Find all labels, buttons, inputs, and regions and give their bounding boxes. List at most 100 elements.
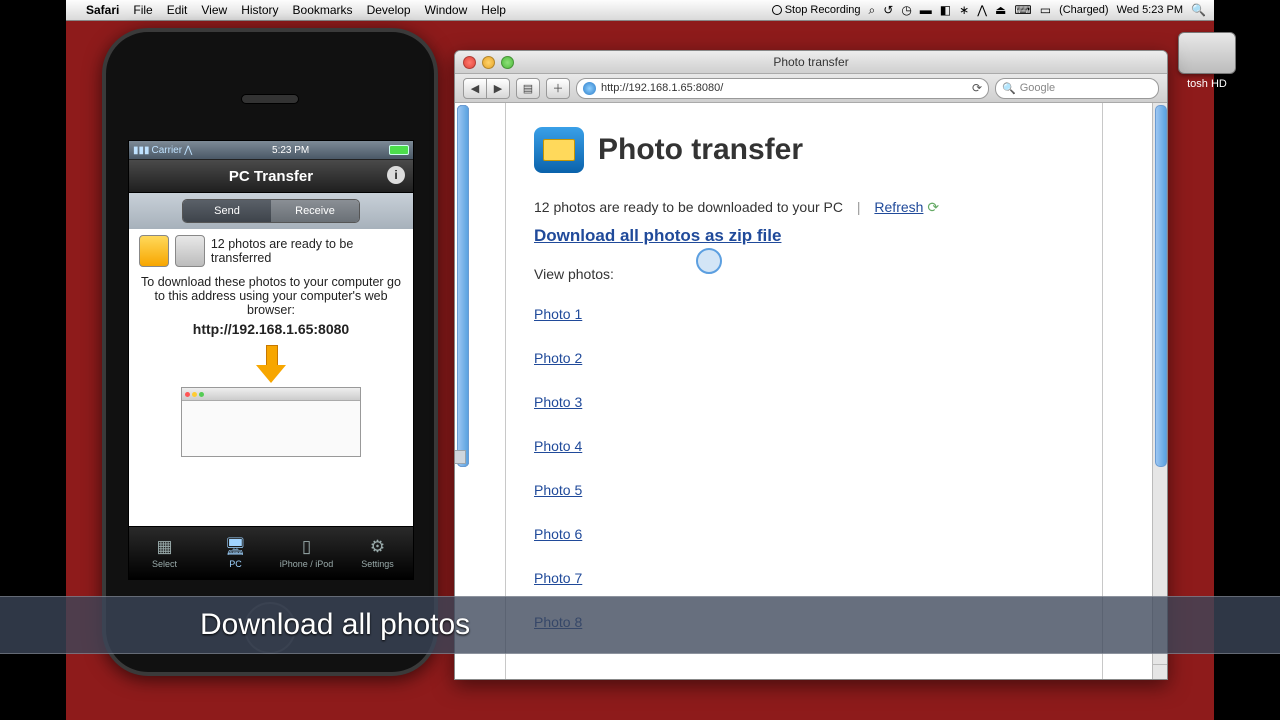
menu-develop[interactable]: Develop <box>367 3 411 17</box>
segment-send[interactable]: Send <box>183 200 271 222</box>
window-title: Photo transfer <box>773 55 848 69</box>
refresh-icon: ⟳ <box>927 199 939 215</box>
iphone-navbar: PC Transfer i <box>129 160 413 193</box>
resize-corner[interactable] <box>1152 664 1167 679</box>
photo-link[interactable]: Photo 5 <box>534 482 582 498</box>
photo-link[interactable]: Photo 1 <box>534 306 582 322</box>
address-text: http://192.168.1.65:8080/ <box>601 82 723 94</box>
scrollbar-thumb[interactable] <box>1155 105 1167 467</box>
safari-toolbar: ◀ ▶ ▤ ＋ http://192.168.1.65:8080/ ⟳ 🔍 Go… <box>455 74 1167 103</box>
input-icon[interactable]: ⌨ <box>1014 3 1031 17</box>
search-icon: 🔍 <box>1002 82 1016 95</box>
segment-receive[interactable]: Receive <box>271 200 359 222</box>
refresh-link[interactable]: Refresh <box>874 199 923 215</box>
menu-bookmarks[interactable]: Bookmarks <box>293 3 353 17</box>
photo-link[interactable]: Photo 6 <box>534 526 582 542</box>
menu-window[interactable]: Window <box>425 3 468 17</box>
video-caption: Download all photos <box>0 596 1280 654</box>
phone-photo-icon <box>139 235 169 267</box>
site-icon <box>583 82 596 95</box>
bluetooth-icon[interactable]: ∗ <box>959 3 969 17</box>
gear-icon: ⚙ <box>370 537 385 557</box>
battery-icon <box>389 145 409 155</box>
photo-list-item: Photo 2 <box>534 336 1074 380</box>
tab-iphone[interactable]: ▯iPhone / iPod <box>271 527 342 579</box>
mac-menubar: Safari File Edit View History Bookmarks … <box>66 0 1214 21</box>
tab-pc[interactable]: 🖥PC <box>200 527 271 579</box>
iphone-clock: 5:23 PM <box>272 145 309 156</box>
spotlight-search-icon[interactable]: 🔍 <box>1191 3 1206 17</box>
menu-edit[interactable]: Edit <box>167 3 188 17</box>
eject-icon[interactable]: ⏏ <box>995 3 1006 17</box>
window-titlebar[interactable]: Photo transfer <box>455 51 1167 74</box>
zoom-window-button[interactable] <box>501 56 514 69</box>
iphone-tabbar: ▦Select 🖥PC ▯iPhone / iPod ⚙Settings <box>129 526 413 579</box>
menu-view[interactable]: View <box>201 3 227 17</box>
photo-link[interactable]: Photo 3 <box>534 394 582 410</box>
photo-list-item: Photo 3 <box>534 380 1074 424</box>
stop-recording-button[interactable]: Stop Recording <box>772 4 861 16</box>
sync-icon[interactable]: ↺ <box>883 3 893 17</box>
battery-status: (Charged) <box>1059 4 1109 16</box>
transfer-ready-text: 12 photos are ready to be transferred <box>211 237 403 265</box>
photo-link[interactable]: Photo 2 <box>534 350 582 366</box>
reload-button[interactable]: ⟳ <box>972 81 982 95</box>
close-window-button[interactable] <box>463 56 476 69</box>
wifi-icon[interactable]: ⋀ <box>977 3 987 17</box>
speaker-icon <box>241 94 299 104</box>
add-bookmark-button[interactable]: ＋ <box>546 78 570 99</box>
browser-viewport: Photo transfer 12 photos are ready to be… <box>455 103 1153 679</box>
browser-illustration <box>181 387 361 457</box>
iphone-screen: ▮▮▮Carrier ⋀ 5:23 PM PC Transfer i Send … <box>128 140 414 580</box>
info-button[interactable]: i <box>387 166 405 184</box>
address-bar[interactable]: http://192.168.1.65:8080/ ⟳ <box>576 78 989 99</box>
photo-list-item: Photo 6 <box>534 512 1074 556</box>
photo-link[interactable]: Photo 7 <box>534 570 582 586</box>
menuextra-icon[interactable]: ◧ <box>940 3 951 17</box>
tab-select[interactable]: ▦Select <box>129 527 200 579</box>
phone-icon: ▯ <box>302 537 311 557</box>
separator: | <box>857 199 861 215</box>
app-logo-icon <box>534 127 584 173</box>
displays-icon[interactable]: ▬ <box>920 3 932 17</box>
forward-button[interactable]: ▶ <box>487 78 510 99</box>
search-field[interactable]: 🔍 Google <box>995 78 1159 99</box>
iphone-statusbar: ▮▮▮Carrier ⋀ 5:23 PM <box>129 141 413 160</box>
back-button[interactable]: ◀ <box>463 78 487 99</box>
photo-list-item: Photo 4 <box>534 424 1074 468</box>
photo-list-item: Photo 5 <box>534 468 1074 512</box>
minimize-window-button[interactable] <box>482 56 495 69</box>
page-title: Photo transfer <box>598 133 803 167</box>
arrow-down-icon <box>256 345 286 385</box>
tab-settings[interactable]: ⚙Settings <box>342 527 413 579</box>
instruction-text: To download these photos to your compute… <box>139 275 403 317</box>
view-photos-label: View photos: <box>534 266 1074 282</box>
menu-history[interactable]: History <box>241 3 278 17</box>
spotlight-icon[interactable]: ⌕ <box>869 3 876 18</box>
download-all-link[interactable]: Download all photos as zip file <box>534 226 781 246</box>
search-placeholder: Google <box>1020 82 1055 94</box>
vertical-scrollbar[interactable] <box>1152 103 1167 665</box>
menu-file[interactable]: File <box>133 3 152 17</box>
transfer-url: http://192.168.1.65:8080 <box>139 321 403 337</box>
drive-icon <box>1178 32 1236 74</box>
photo-list-item: Photo 7 <box>534 556 1074 600</box>
timemachine-icon[interactable]: ◷ <box>901 3 911 17</box>
grid-icon: ▦ <box>156 537 172 557</box>
app-menu[interactable]: Safari <box>86 3 119 17</box>
monitor-icon: 🖥 <box>225 537 247 557</box>
photo-link[interactable]: Photo 4 <box>534 438 582 454</box>
view-mode-button[interactable]: ▤ <box>516 78 540 99</box>
segmented-control: Send Receive <box>129 193 413 229</box>
nav-title: PC Transfer <box>229 168 313 185</box>
ready-status-text: 12 photos are ready to be downloaded to … <box>534 199 843 215</box>
photo-thumb-icon <box>457 105 469 467</box>
hd-label: tosh HD <box>1162 78 1252 90</box>
desktop-hd-icon[interactable]: tosh HD <box>1162 32 1252 90</box>
signal-icon: ▮▮▮Carrier ⋀ <box>133 145 192 156</box>
safari-window: Photo transfer ◀ ▶ ▤ ＋ http://192.168.1.… <box>454 50 1168 680</box>
menu-help[interactable]: Help <box>481 3 506 17</box>
computer-icon <box>175 235 205 267</box>
battery-icon[interactable]: ▭ <box>1040 3 1051 17</box>
menubar-clock[interactable]: Wed 5:23 PM <box>1117 4 1183 16</box>
